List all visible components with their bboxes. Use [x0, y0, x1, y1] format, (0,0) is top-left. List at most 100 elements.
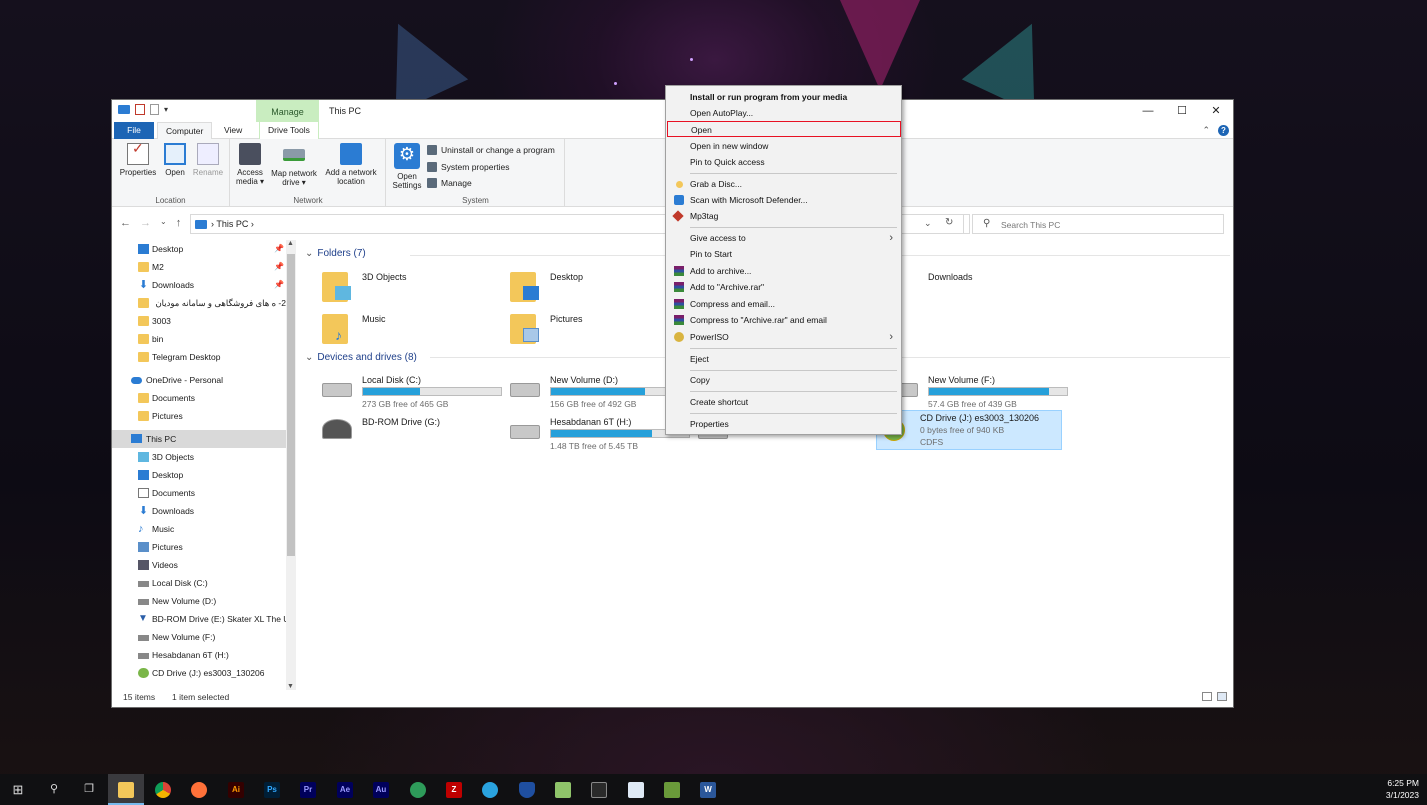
manage-button[interactable]: Manage	[427, 178, 472, 188]
properties-button[interactable]: Properties	[118, 143, 158, 177]
details-view-icon[interactable]	[1202, 692, 1212, 701]
menu-item-create-shortcut[interactable]: Create shortcut	[666, 394, 901, 410]
menu-item-scan-defender[interactable]: Scan with Microsoft Defender...	[666, 192, 901, 208]
nav-item-pictures[interactable]: Pictures	[112, 538, 286, 556]
drive-bd-rom-g[interactable]: BD-ROM Drive (G:)	[310, 415, 496, 455]
drive-cd-j[interactable]: CD Drive (J:) es3003_130206 0 bytes free…	[876, 410, 1062, 450]
new-folder-icon[interactable]	[150, 104, 159, 115]
large-icons-view-icon[interactable]	[1217, 692, 1227, 701]
menu-item-poweriso[interactable]: PowerISO ›	[666, 329, 901, 345]
properties-icon[interactable]	[135, 104, 145, 115]
access-media-button[interactable]: Access media ▾	[233, 143, 267, 186]
tab-drive-tools[interactable]: Drive Tools	[259, 122, 319, 139]
nav-item-onedrive[interactable]: OneDrive - Personal	[112, 371, 286, 389]
menu-item-mp3tag[interactable]: Mp3tag	[666, 208, 901, 224]
recent-locations-icon[interactable]: ⌄	[160, 217, 167, 229]
scrollbar-thumb[interactable]	[287, 254, 295, 556]
nav-item-documents[interactable]: Documents	[112, 484, 286, 502]
premiere-icon[interactable]: Pr	[290, 774, 326, 805]
nav-scrollbar[interactable]: ▲ ▼	[286, 240, 296, 690]
menu-item-add-archive-rar[interactable]: Add to "Archive.rar"	[666, 279, 901, 295]
menu-item-grab-disc[interactable]: Grab a Disc...	[666, 176, 901, 192]
nav-item-desktop[interactable]: Desktop 📌	[112, 240, 286, 258]
search-input[interactable]: ⚲ Search This PC	[972, 214, 1224, 234]
illustrator-icon[interactable]: Ai	[218, 774, 254, 805]
menu-item-copy[interactable]: Copy	[666, 372, 901, 388]
nav-item-hesabdanan-h[interactable]: Hesabdanan 6T (H:)	[112, 646, 286, 664]
chrome-icon[interactable]	[145, 774, 181, 805]
uninstall-program-button[interactable]: Uninstall or change a program	[427, 145, 555, 155]
after-effects-icon[interactable]: Ae	[327, 774, 363, 805]
tab-computer[interactable]: Computer	[157, 122, 213, 140]
menu-item-install-run[interactable]: Install or run program from your media	[666, 89, 901, 105]
menu-item-properties[interactable]: Properties	[666, 416, 901, 432]
nav-item-bin[interactable]: bin	[112, 330, 286, 348]
folders-section-header[interactable]: ⌄ Folders (7)	[305, 248, 366, 259]
terminal-icon[interactable]	[581, 774, 617, 805]
nav-item-local-disk-c[interactable]: Local Disk (C:)	[112, 574, 286, 592]
menu-item-pin-quick-access[interactable]: Pin to Quick access	[666, 154, 901, 170]
drive-hesabdanan-h[interactable]: Hesabdanan 6T (H:) 1.48 TB free of 5.45 …	[498, 415, 690, 455]
menu-item-pin-start[interactable]: Pin to Start	[666, 246, 901, 262]
telegram-icon[interactable]	[472, 774, 508, 805]
nav-item-persian-folder[interactable]: 2- ه های فروشگاهی و سامانه مودیان	[112, 294, 286, 312]
folder-downloads[interactable]: ⬇ Downloads	[876, 268, 1056, 308]
nav-item-this-pc[interactable]: This PC	[112, 430, 286, 448]
menu-item-give-access[interactable]: Give access to ›	[666, 230, 901, 246]
nav-item-onedrive-pictures[interactable]: Pictures	[112, 407, 286, 425]
firefox-icon[interactable]	[181, 774, 217, 805]
folder-music[interactable]: ♪ Music	[310, 310, 490, 350]
customize-qat-icon[interactable]: ▾	[164, 104, 170, 115]
system-clock[interactable]: 6:25 PM 3/1/2023	[1386, 777, 1419, 801]
add-network-location-button[interactable]: Add a network location	[321, 143, 381, 186]
open-settings-button[interactable]: ⚙ Open Settings	[389, 143, 425, 190]
rename-button[interactable]: Rename	[190, 143, 226, 177]
nav-item-videos[interactable]: Videos	[112, 556, 286, 574]
nav-item-new-volume-f[interactable]: New Volume (F:)	[112, 628, 286, 646]
back-icon[interactable]: ←	[120, 217, 131, 229]
task-view-icon[interactable]: ❐	[71, 774, 107, 805]
edge-icon[interactable]	[400, 774, 436, 805]
notepad-icon[interactable]	[545, 774, 581, 805]
menu-item-eject[interactable]: Eject	[666, 351, 901, 367]
chevron-down-icon[interactable]: ⌄	[924, 218, 932, 229]
nav-item-desktop[interactable]: Desktop	[112, 466, 286, 484]
refresh-icon[interactable]: ↻	[945, 217, 953, 228]
filezilla-icon[interactable]: Z	[436, 774, 472, 805]
drive-new-volume-f[interactable]: New Volume (F:) 57.4 GB free of 439 GB	[876, 373, 1068, 413]
photoshop-icon[interactable]: Ps	[254, 774, 290, 805]
folder-3d-objects[interactable]: 3D Objects	[310, 268, 490, 308]
forward-icon[interactable]: →	[140, 217, 151, 229]
scroll-up-icon[interactable]: ▲	[287, 240, 294, 247]
folder-desktop[interactable]: Desktop	[498, 268, 678, 308]
drive-local-disk-c[interactable]: Local Disk (C:) 273 GB free of 465 GB	[310, 373, 502, 413]
tab-view[interactable]: View	[216, 122, 250, 139]
nav-item-bd-rom-e[interactable]: ▼ BD-ROM Drive (E:) Skater XL The U	[112, 610, 286, 628]
drives-section-header[interactable]: ⌄ Devices and drives (8)	[305, 352, 417, 363]
open-button[interactable]: Open	[160, 143, 190, 177]
help-icon[interactable]: ?	[1218, 125, 1229, 136]
nav-item-m2[interactable]: M2 📌	[112, 258, 286, 276]
menu-item-open-autoplay[interactable]: Open AutoPlay...	[666, 105, 901, 121]
drive-new-volume-d[interactable]: New Volume (D:) 156 GB free of 492 GB	[498, 373, 690, 413]
nav-item-telegram-desktop[interactable]: Telegram Desktop	[112, 348, 286, 366]
menu-item-add-archive[interactable]: Add to archive...	[666, 263, 901, 279]
word-icon[interactable]: W	[690, 774, 726, 805]
menu-item-open[interactable]: Open	[667, 121, 901, 137]
up-icon[interactable]: ↑	[176, 217, 182, 229]
folder-pictures[interactable]: Pictures	[498, 310, 678, 350]
minimize-button[interactable]: —	[1131, 100, 1165, 122]
nav-item-new-volume-d[interactable]: New Volume (D:)	[112, 592, 286, 610]
app-window-icon[interactable]	[618, 774, 654, 805]
maximize-button[interactable]: ☐	[1165, 100, 1199, 122]
audition-icon[interactable]: Au	[363, 774, 399, 805]
nav-item-onedrive-documents[interactable]: Documents	[112, 389, 286, 407]
search-icon[interactable]: ⚲	[36, 774, 72, 805]
chevron-up-icon[interactable]: ⌃	[1202, 125, 1210, 136]
system-properties-button[interactable]: System properties	[427, 162, 510, 172]
menu-item-compress-rar-email[interactable]: Compress to "Archive.rar" and email	[666, 312, 901, 328]
breadcrumb-this-pc[interactable]: This PC	[216, 219, 248, 229]
menu-item-compress-email[interactable]: Compress and email...	[666, 296, 901, 312]
menu-item-open-new-window[interactable]: Open in new window	[666, 138, 901, 154]
close-button[interactable]: ✕	[1199, 100, 1233, 122]
